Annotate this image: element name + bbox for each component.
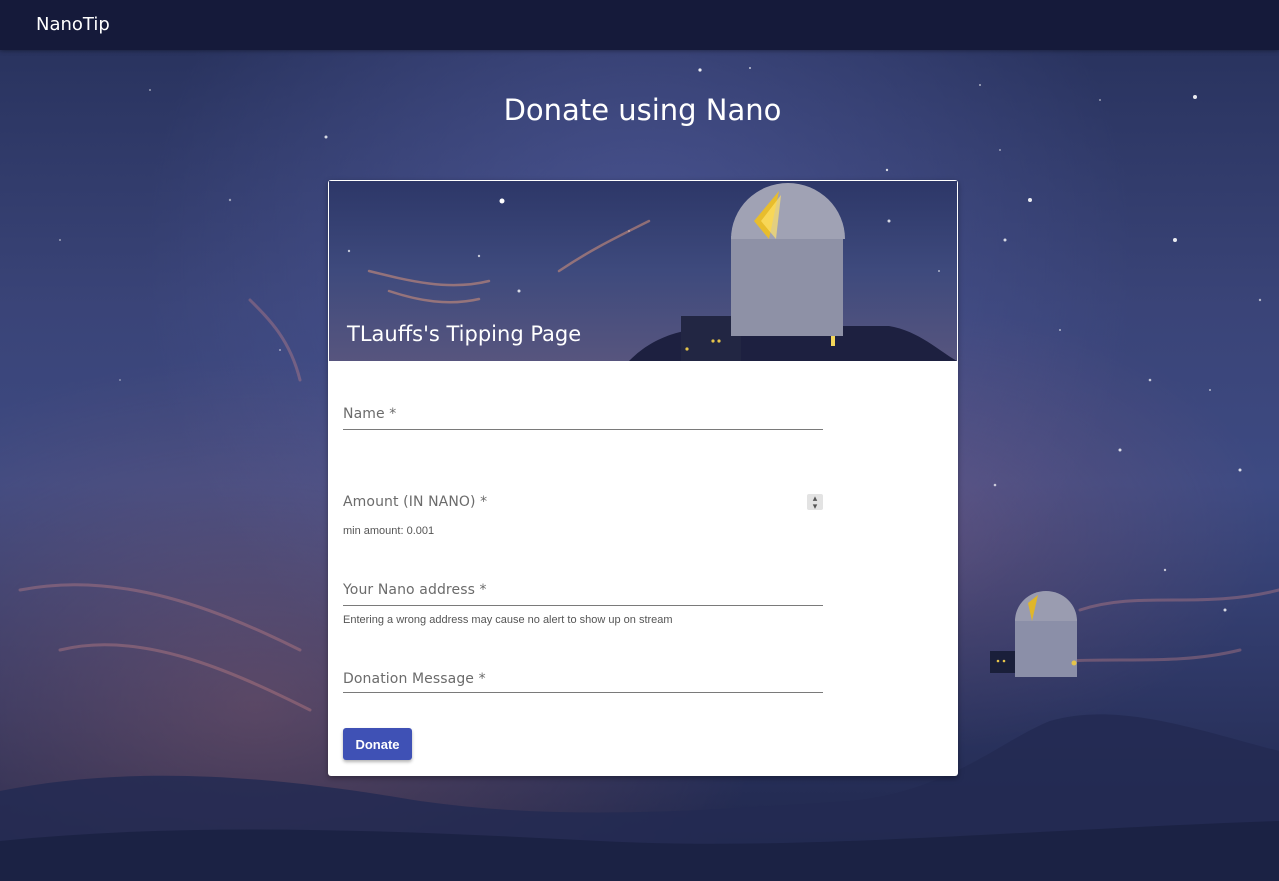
name-input[interactable] — [343, 406, 827, 430]
amount-hint: min amount: 0.001 — [343, 525, 435, 537]
message-field-underline — [343, 692, 823, 693]
name-field: Name * — [343, 406, 827, 430]
name-field-underline — [343, 429, 823, 430]
card-title: TLauffs's Tipping Page — [347, 322, 582, 346]
brand-logo-text[interactable]: NanoTip — [36, 14, 110, 35]
amount-input[interactable] — [343, 494, 802, 518]
amount-field: Amount (IN NANO) * ▴ ▾ — [343, 494, 823, 518]
address-input[interactable] — [343, 582, 827, 606]
address-hint: Entering a wrong address may cause no al… — [343, 614, 673, 626]
message-field: Donation Message * — [343, 671, 827, 695]
number-stepper-icon[interactable]: ▴ ▾ — [807, 494, 823, 511]
address-field-underline — [343, 605, 823, 606]
donation-card: TLauffs's Tipping Page Name * Amount (IN… — [328, 180, 958, 776]
address-field: Your Nano address * — [343, 582, 827, 606]
page-title: Donate using Nano — [503, 93, 782, 127]
top-navbar: NanoTip — [0, 0, 1279, 50]
donate-button[interactable]: Donate — [343, 728, 412, 760]
card-header-image: TLauffs's Tipping Page — [329, 181, 957, 361]
